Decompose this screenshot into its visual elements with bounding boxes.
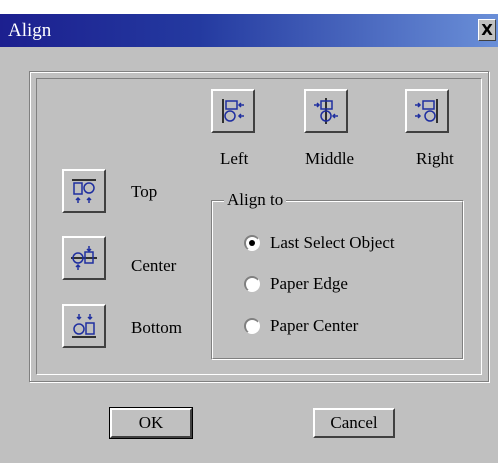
align-left-label: Left bbox=[220, 149, 249, 168]
top-strip bbox=[0, 0, 498, 14]
align-center-label: Center bbox=[131, 256, 177, 275]
radio-paper-edge[interactable]: Paper Edge bbox=[244, 274, 348, 294]
radio-last-select-object[interactable]: Last Select Object bbox=[244, 233, 395, 253]
align-to-legend: Align to bbox=[224, 190, 287, 210]
align-bottom-icon bbox=[72, 314, 96, 338]
radio-indicator bbox=[244, 318, 260, 334]
align-middle-label: Middle bbox=[305, 149, 355, 168]
title-bar[interactable]: Align X bbox=[0, 14, 498, 47]
align-right-button[interactable] bbox=[405, 89, 449, 133]
align-top-icon bbox=[72, 179, 96, 203]
align-center-icon bbox=[71, 246, 97, 270]
window-title: Align bbox=[8, 20, 52, 41]
close-button[interactable]: X bbox=[478, 19, 496, 41]
cancel-button[interactable]: Cancel bbox=[313, 408, 395, 438]
radio-paper-center[interactable]: Paper Center bbox=[244, 316, 358, 336]
align-middle-button[interactable] bbox=[304, 89, 348, 133]
align-top-button[interactable] bbox=[62, 169, 106, 213]
align-dialog: Align X Left Middle Right Top Center Bot… bbox=[0, 0, 498, 463]
align-bottom-button[interactable] bbox=[62, 304, 106, 348]
align-left-icon bbox=[222, 99, 244, 123]
align-top-label: Top bbox=[131, 182, 158, 201]
align-left-button[interactable] bbox=[211, 89, 255, 133]
radio-indicator bbox=[244, 276, 260, 292]
align-right-label: Right bbox=[416, 149, 454, 168]
align-right-icon bbox=[415, 99, 438, 123]
radio-label: Paper Center bbox=[270, 316, 359, 335]
radio-label: Last Select Object bbox=[270, 233, 395, 252]
align-middle-icon bbox=[314, 98, 338, 124]
radio-indicator bbox=[244, 235, 260, 251]
align-center-button[interactable] bbox=[62, 236, 106, 280]
align-bottom-label: Bottom bbox=[131, 318, 183, 337]
ok-button[interactable]: OK bbox=[109, 407, 193, 439]
radio-label: Paper Edge bbox=[270, 274, 348, 293]
